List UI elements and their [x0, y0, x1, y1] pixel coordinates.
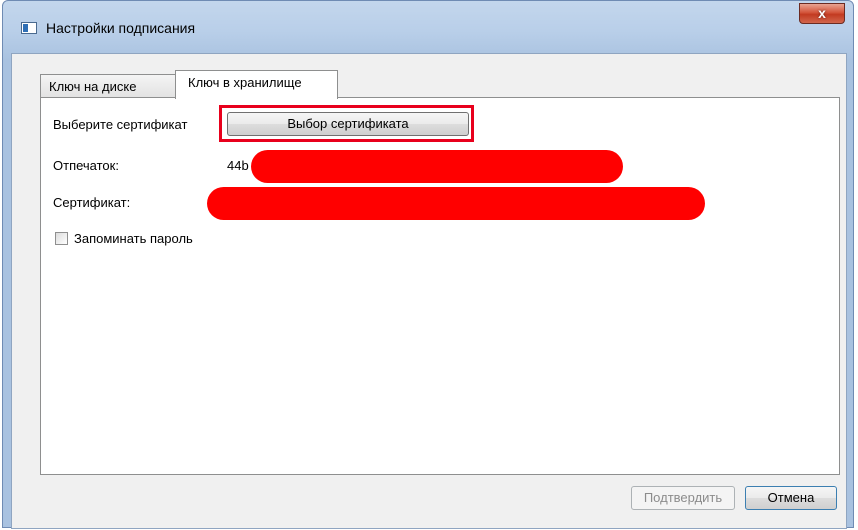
window-title: Настройки подписания — [46, 20, 196, 36]
thumbprint-value: 44b — [227, 158, 249, 173]
close-button[interactable]: x — [799, 3, 845, 24]
select-certificate-button[interactable]: Выбор сертификата — [227, 112, 469, 136]
dialog-client-area: Ключ на диске Ключ в хранилище Выберите … — [11, 53, 847, 529]
redaction-thumbprint — [251, 150, 623, 183]
thumbprint-label: Отпечаток: — [53, 158, 119, 173]
redaction-certificate — [207, 187, 705, 220]
title-bar[interactable]: Настройки подписания x — [3, 1, 853, 53]
dialog-window: Настройки подписания x Ключ на диске Клю… — [2, 0, 854, 529]
remember-password-label[interactable]: Запоминать пароль — [74, 231, 193, 246]
remember-password-checkbox[interactable] — [55, 232, 68, 245]
tab-key-on-disk[interactable]: Ключ на диске — [40, 74, 176, 98]
confirm-button[interactable]: Подтвердить — [631, 486, 735, 510]
cancel-button[interactable]: Отмена — [745, 486, 837, 510]
tab-panel-key-in-store: Выберите сертификат Выбор сертификата От… — [40, 97, 840, 475]
certificate-label: Сертификат: — [53, 195, 131, 210]
app-window-icon — [21, 22, 37, 34]
close-icon: x — [818, 5, 826, 21]
tab-key-in-store[interactable]: Ключ в хранилище — [175, 70, 338, 99]
select-certificate-label: Выберите сертификат — [53, 117, 188, 132]
